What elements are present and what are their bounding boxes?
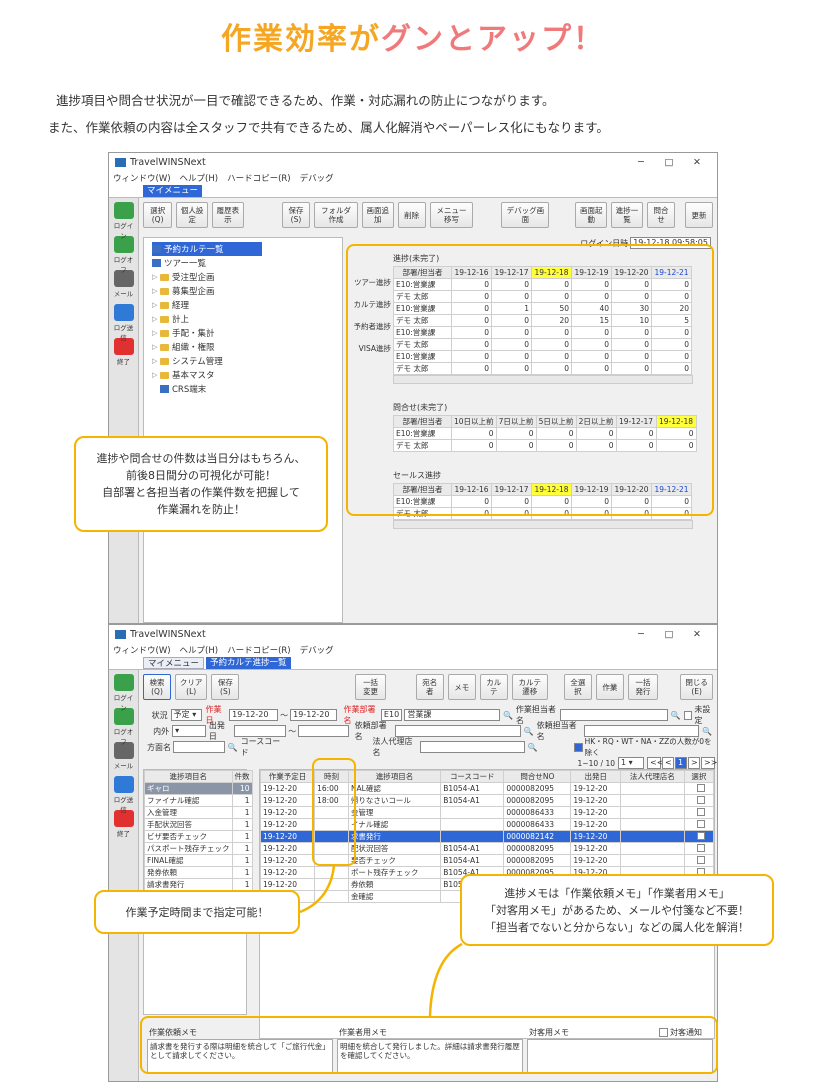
callout-line: 「担当者でないと分からない」などの属人化を解消！	[485, 920, 749, 934]
callout-memo: 進捗メモは「作業依頼メモ」「作業者用メモ」「対客用メモ」があるため、メールや付箋…	[460, 874, 774, 946]
callout-time: 作業予定時間まで指定可能！	[94, 890, 300, 934]
callout-line: 「対客用メモ」があるため、メールや付箋など不要！	[485, 903, 749, 917]
connector-line	[299, 865, 336, 914]
callout-line: 進捗メモは「作業依頼メモ」「作業者用メモ」	[504, 886, 730, 900]
connector-line	[428, 942, 463, 1017]
callout-line: 作業予定時間まで指定可能！	[125, 905, 269, 919]
